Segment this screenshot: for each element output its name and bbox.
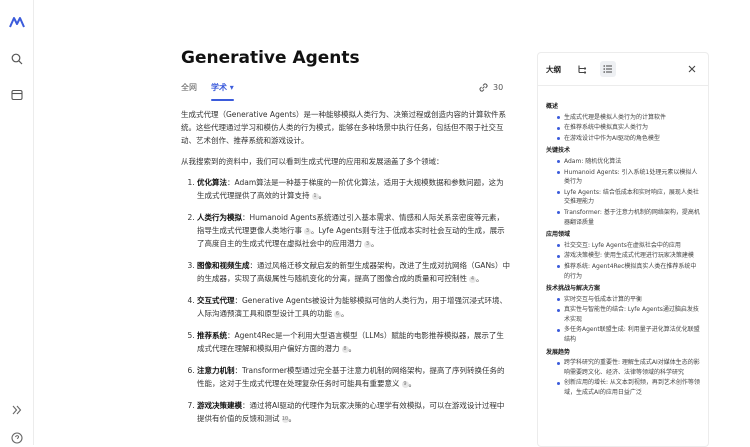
outline-section-heading[interactable]: 发展趋势 (546, 348, 701, 358)
main-content: Generative Agents 全网 学术 ▾ 30 生成式代理（Gener… (33, 0, 533, 445)
page-title: Generative Agents (181, 48, 360, 68)
library-icon[interactable] (9, 87, 25, 103)
outline-section-heading[interactable]: 关键技术 (546, 146, 701, 156)
expand-icon[interactable] (9, 402, 25, 418)
outline-panel-header: 大纲 (538, 53, 708, 86)
link-icon (479, 83, 488, 92)
tab-web[interactable]: 全网 (181, 82, 197, 99)
list-icon (603, 65, 612, 73)
icon-rail (0, 0, 34, 445)
outline-item[interactable]: 实时交互与低成本计算的平衡 (556, 295, 701, 305)
outline-item[interactable]: 多任务Agent联盟生成: 利用量子进化算法优化联盟结构 (556, 325, 701, 344)
source-tabs: 全网 学术 ▾ (181, 82, 234, 101)
list-item: 游戏决策建模：通过将AI驱动的代理作为玩家决策的心理学有效模拟，可以在游戏设计过… (197, 399, 511, 425)
list-view-button[interactable] (600, 61, 616, 77)
mindmap-view-button[interactable] (574, 61, 590, 77)
mindmap-icon (578, 65, 587, 74)
list-item: 人类行为模拟：Humanoid Agents系统通过引入基本需求、情感和人际关系… (197, 211, 511, 250)
citation-badge[interactable]: 3 (304, 227, 311, 235)
logo-icon[interactable] (9, 14, 25, 30)
citation-badge[interactable]: 8 (341, 345, 349, 353)
help-icon[interactable] (9, 430, 25, 446)
outline-title: 大纲 (546, 65, 561, 74)
outline-panel: 大纲 概述 生成式代理是模拟人类行为的计算软件 在推荐系统中模拟真实人类行为 在… (537, 52, 709, 447)
lead-paragraph: 从我搜索到的资料中，我们可以看到生成式代理的应用和发展涵盖了多个领域： (181, 157, 444, 166)
citation-badge[interactable]: 6 (334, 310, 341, 318)
outline-item[interactable]: 推荐系统: Agent4Rec模拟真实人类在推荐系统中的行为 (556, 262, 701, 281)
list-item: 图像和视频生成：通过风格迁移文献启发的新型生成器架构，改进了生成对抗网络（GAN… (197, 259, 511, 285)
outline-item[interactable]: Adam: 随机优化算法 (556, 157, 701, 167)
citation-badge[interactable]: 1 (311, 192, 319, 200)
outline-item[interactable]: 在推荐系统中模拟真实人类行为 (556, 123, 701, 133)
close-icon (688, 65, 696, 73)
list-item: 交互式代理：Generative Agents被设计为能够模拟可信的人类行为，用… (197, 294, 511, 320)
citation-badge[interactable]: 9 (401, 380, 409, 388)
outline-section-heading[interactable]: 技术挑战与解决方案 (546, 284, 701, 294)
outline-section-heading[interactable]: 应用领域 (546, 230, 701, 240)
intro-paragraph: 生成式代理（Generative Agents）是一种能够模拟人类行为、决策过程… (181, 110, 507, 145)
outline-item[interactable]: 在游戏设计中作为AI驱动的角色模型 (556, 134, 701, 144)
outline-item[interactable]: 生成式代理是模拟人类行为的计算软件 (556, 113, 701, 123)
citation-badge[interactable]: 3 (364, 240, 371, 248)
citation-badge[interactable]: 10 (281, 415, 289, 423)
outline-item[interactable]: 游戏决策模型: 使用生成式代理进行玩家决策建模 (556, 251, 701, 261)
list-item: 优化算法：Adam算法是一种基于梯度的一阶优化算法，适用于大规模数据和参数问题，… (197, 176, 511, 202)
close-panel-button[interactable] (684, 61, 700, 77)
outline-tree: 概述 生成式代理是模拟人类行为的计算软件 在推荐系统中模拟真实人类行为 在游戏设… (546, 99, 701, 399)
search-icon[interactable] (9, 51, 25, 67)
list-item: 注意力机制：Transformer模型通过完全基于注意力机制的网络架构，提高了序… (197, 364, 511, 390)
point-list: 优化算法：Adam算法是一种基于梯度的一阶优化算法，适用于大规模数据和参数问题，… (181, 176, 511, 425)
tab-academic[interactable]: 学术 ▾ (211, 82, 234, 101)
outline-item[interactable]: 跨学科研究的重要性: 理解生成式AI对媒体生态的影响需要跨文化、经济、法律等领域… (556, 358, 701, 377)
outline-item[interactable]: 真实性与智能性的结合: Lyfe Agents通过脑启发技术实现 (556, 305, 701, 324)
answer-body: 生成式代理（Generative Agents）是一种能够模拟人类行为、决策过程… (181, 108, 511, 434)
outline-item[interactable]: Lyfe Agents: 结合低成本和实时响应，展现人类社交推理能力 (556, 188, 701, 207)
outline-item[interactable]: Transformer: 基于注意力机制的网络架构，提高机器翻译质量 (556, 208, 701, 227)
sources-button[interactable]: 30 (478, 82, 503, 93)
list-item: 推荐系统：Agent4Rec是一个利用大型语言模型（LLMs）赋能的电影推荐模拟… (197, 329, 511, 355)
outline-item[interactable]: 社交交互: Lyfe Agents在虚拟社会中的应用 (556, 241, 701, 251)
outline-item[interactable]: Humanoid Agents: 引入系统1处理元素以模拟人类行为 (556, 168, 701, 187)
citation-badge[interactable]: 4 (469, 275, 476, 283)
outline-item[interactable]: 创新应用的增长: 从文本到视频，再到艺术创作等领域，生成式AI的应用日益广泛 (556, 378, 701, 397)
sources-count: 30 (493, 83, 504, 92)
outline-section-heading[interactable]: 概述 (546, 102, 701, 112)
